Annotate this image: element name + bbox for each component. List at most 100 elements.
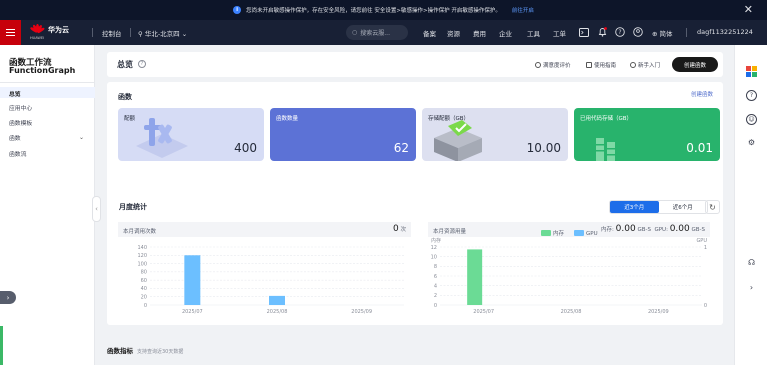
- apps-icon[interactable]: [746, 66, 757, 77]
- settings-gear-icon[interactable]: ⚙: [746, 137, 757, 148]
- eye-icon: [630, 62, 636, 68]
- y-tick-label: 60: [141, 278, 147, 284]
- console-link[interactable]: 控制台: [102, 28, 122, 38]
- sidebar: 函数工作流 FunctionGraph 总览 应用中心 函数模板 函数 ⌄ 函数…: [0, 45, 95, 365]
- memory-label: 内存:: [601, 227, 614, 233]
- storage-quota-label: 存储配额（GB）: [428, 116, 470, 122]
- monthly-title: 月度统计: [119, 203, 147, 211]
- headset-icon[interactable]: ☊: [746, 257, 757, 268]
- y-tick-label: 2: [434, 293, 437, 299]
- sidebar-item-templates[interactable]: 函数模板: [9, 118, 32, 127]
- feedback-link[interactable]: 满意度评价: [535, 61, 571, 69]
- legend-label: GPU: [586, 231, 598, 237]
- help-circle-icon[interactable]: ?: [138, 60, 146, 68]
- right-toolbar: ? ☺ ⚙ ☊ ›: [734, 45, 767, 365]
- fx-illustration-icon: [136, 118, 188, 158]
- doc-icon: [586, 62, 592, 68]
- monthly-stats-section: 月度统计 近3个月 近6个月 ↻ 本月调用次数 0 次 0 20 40 60 80 100…: [107, 188, 723, 325]
- getting-started-link[interactable]: 新手入门: [630, 61, 660, 69]
- calls-label: 本月调用次数: [123, 229, 157, 235]
- menu-icon[interactable]: [0, 20, 21, 45]
- y-tick-label: 40: [141, 286, 147, 292]
- resource-bar-chart: 0 2 4 6 8 10 12 2025/07 2025/08 2025/09 内存 GPU 0 1 内存 G…: [431, 229, 708, 315]
- memory-value: 0.00: [615, 224, 636, 234]
- nav-link-enterprise[interactable]: 企业: [499, 28, 512, 38]
- nav-link-tickets[interactable]: 工单: [553, 28, 566, 38]
- function-count-label: 函数数量: [276, 116, 299, 122]
- search-input[interactable]: ○ 搜索云服...: [346, 25, 408, 40]
- create-function-button[interactable]: 创建函数: [672, 57, 718, 72]
- bar: [269, 295, 285, 305]
- huawei-logo-icon: [29, 24, 45, 35]
- info-icon: i: [233, 6, 242, 14]
- smile-icon: [535, 62, 541, 68]
- storage-quota-value: 10.00: [526, 141, 561, 155]
- nav-link-tools[interactable]: 工具: [527, 28, 540, 38]
- huawei-cloud-logo[interactable]: 华为云: [29, 24, 69, 35]
- nav-link-beian[interactable]: 备案: [423, 28, 436, 38]
- storage-quota-card: 存储配额（GB） 10.00: [422, 108, 568, 161]
- sidebar-item-flows[interactable]: 函数流: [9, 149, 26, 158]
- y-tick-label: 12: [431, 245, 437, 251]
- region-selector[interactable]: ⚲ 华北-北京四 ⌄: [138, 28, 187, 38]
- bell-icon[interactable]: [597, 27, 607, 37]
- tab-3-months[interactable]: 近3个月: [610, 201, 659, 213]
- resource-panel-header: 本月资源用量 内存: 0.00 GB-S GPU: 0.00 GB-S: [428, 222, 710, 237]
- language-selector[interactable]: ⊕ 简体: [652, 28, 673, 38]
- sidebar-item-overview[interactable]: 总览: [9, 89, 21, 98]
- legend-label: 内存: [553, 229, 565, 237]
- service-subtitle: FunctionGraph: [9, 66, 76, 75]
- y-tick-label: 80: [141, 270, 147, 276]
- close-icon[interactable]: ✕: [744, 3, 753, 16]
- calls-panel: 本月调用次数 0 次 0 20 40 60 80 100 120 140 2025/07 2025…: [118, 222, 411, 316]
- x-tick-label: 2025/08: [267, 309, 288, 315]
- create-function-link[interactable]: 创建函数: [691, 90, 713, 98]
- quota-value: 400: [234, 141, 257, 155]
- y-tick-label: 0: [434, 303, 437, 309]
- y-tick-label: 140: [137, 245, 147, 251]
- gpu-label: GPU:: [654, 227, 668, 233]
- notice-text: 您尚未开启敏感操作保护，存在安全风险，请您前往 安全设置>敏感操作>操作保护 开…: [246, 8, 501, 14]
- collapse-arrow-icon[interactable]: ›: [746, 282, 757, 293]
- terminal-icon[interactable]: [579, 27, 589, 37]
- notice-link[interactable]: 前往开启: [512, 6, 534, 14]
- tab-6-months[interactable]: 近6个月: [659, 201, 708, 213]
- calls-summary: 0 次: [393, 224, 406, 234]
- calls-unit: 次: [400, 227, 406, 233]
- used-storage-card: 已用代码存储（GB） 0.01: [574, 108, 720, 161]
- sidebar-item-functions[interactable]: 函数: [9, 133, 21, 142]
- quota-card: 配额 400: [118, 108, 264, 161]
- memory-unit: GB-S: [637, 227, 651, 233]
- main-content: 总览 ? 满意度评价 使用指南 新手入门 创建函数 函数 创建函数 配额 400…: [95, 45, 734, 365]
- x-tick-label: 2025/08: [561, 309, 582, 315]
- chevron-down-icon[interactable]: ⌄: [79, 134, 84, 141]
- sidebar-item-app-center[interactable]: 应用中心: [9, 103, 32, 112]
- nav-link-resources[interactable]: 资源: [447, 28, 460, 38]
- y-tick-label: 6: [434, 274, 437, 280]
- brand-name: 华为云: [48, 25, 69, 34]
- guide-link[interactable]: 使用指南: [586, 61, 616, 69]
- storage-bars-icon: [596, 138, 615, 161]
- green-edge-tab: [0, 326, 3, 365]
- feedback-icon[interactable]: ☺: [746, 114, 757, 125]
- svg-text:?: ?: [618, 29, 621, 36]
- y-tick-label: 10: [431, 254, 437, 260]
- account-icon[interactable]: [633, 27, 643, 37]
- help-icon[interactable]: ?: [615, 27, 625, 37]
- period-tabs: 近3个月 近6个月: [609, 200, 708, 214]
- function-count-card: 函数数量 62: [270, 108, 416, 161]
- nav-link-billing[interactable]: 费用: [473, 28, 486, 38]
- y-tick-label: 120: [137, 253, 147, 259]
- refresh-icon[interactable]: ↻: [705, 200, 720, 214]
- x-tick-label: 2025/07: [182, 309, 203, 315]
- metrics-note: 支持查询近30天数据: [137, 349, 184, 355]
- user-menu[interactable]: dagf1132251224: [697, 28, 753, 36]
- expand-arrow-icon[interactable]: ›: [0, 291, 16, 304]
- top-navigation: 华为云 HUAWEI 控制台 ⚲ 华北-北京四 ⌄ ○ 搜索云服... 备案 资…: [0, 20, 767, 45]
- y-tick-label: 100: [137, 261, 147, 267]
- y2-tick-label: 0: [704, 303, 707, 309]
- gpu-unit: GB-S: [691, 227, 705, 233]
- calls-value: 0: [393, 224, 399, 234]
- help-icon[interactable]: ?: [746, 90, 757, 101]
- y2-axis-title: GPU: [696, 238, 707, 244]
